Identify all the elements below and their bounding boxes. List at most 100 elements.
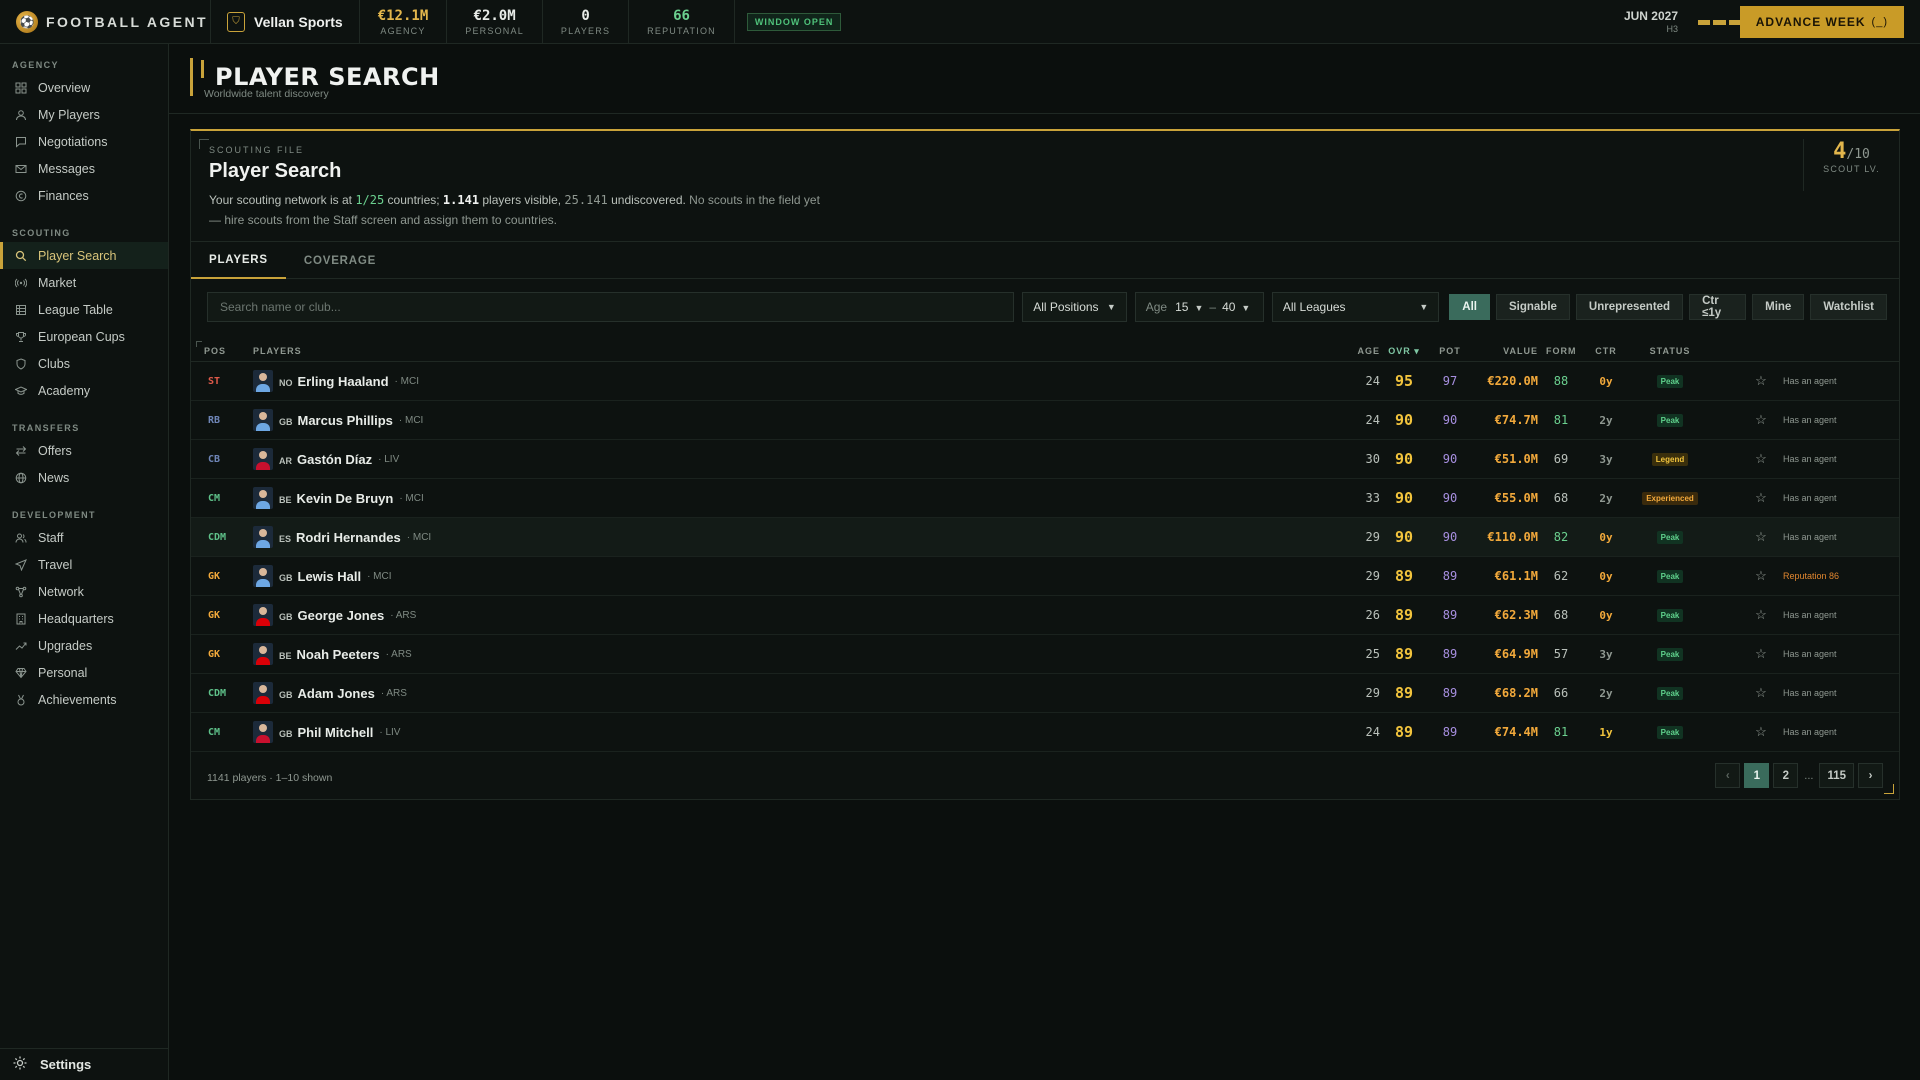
age-min-select[interactable]: 15 ▼	[1175, 300, 1203, 314]
watchlist-star-icon[interactable]: ☆	[1753, 635, 1769, 673]
player-name[interactable]: Rodri Hernandes	[296, 530, 401, 545]
sidebar-item-european-cups[interactable]: European Cups	[0, 323, 168, 350]
plane-icon	[14, 558, 28, 572]
table-row[interactable]: RB GB Marcus Phillips · MCI 24 90 90 €74…	[191, 401, 1899, 440]
filter-chip-all[interactable]: All	[1449, 294, 1490, 320]
shield-icon: ⛉	[227, 11, 245, 32]
position-select[interactable]: All Positions ▼	[1022, 292, 1127, 322]
sidebar-item-label: Clubs	[38, 356, 70, 371]
player-ovr: 90	[1394, 528, 1414, 546]
sidebar-item-staff[interactable]: Staff	[0, 524, 168, 551]
col-players[interactable]: PLAYERS	[253, 346, 302, 356]
sidebar-item-player-search[interactable]: Player Search	[0, 242, 168, 269]
watchlist-star-icon[interactable]: ☆	[1753, 596, 1769, 634]
sidebar-item-label: Offers	[38, 443, 72, 458]
filter-chip-unrepresented[interactable]: Unrepresented	[1575, 294, 1684, 320]
sidebar-item-finances[interactable]: Finances	[0, 182, 168, 209]
filter-chip-watchlist[interactable]: Watchlist	[1810, 294, 1888, 320]
player-name[interactable]: George Jones	[298, 608, 385, 623]
sidebar-item-league-table[interactable]: League Table	[0, 296, 168, 323]
watchlist-star-icon[interactable]: ☆	[1753, 440, 1769, 478]
grid-icon	[14, 81, 28, 95]
table-row[interactable]: GK GB Lewis Hall · MCI 29 89 89 €61.1M 6…	[191, 557, 1899, 596]
player-name[interactable]: Lewis Hall	[298, 569, 362, 584]
avatar	[253, 643, 273, 665]
filter-chip-signable[interactable]: Signable	[1495, 294, 1570, 320]
sidebar-item-headquarters[interactable]: Headquarters	[0, 605, 168, 632]
avatar-head	[259, 685, 267, 693]
col-pos[interactable]: POS	[204, 346, 226, 356]
agent-note: Has an agent	[1783, 688, 1837, 698]
table-row[interactable]: GK BE Noah Peeters · ARS 25 89 89 €64.9M…	[191, 635, 1899, 674]
search-input[interactable]	[207, 292, 1015, 322]
age-max-select[interactable]: 40 ▼	[1222, 300, 1250, 314]
table-row[interactable]: CM GB Phil Mitchell · LIV 24 89 89 €74.4…	[191, 713, 1899, 752]
league-select[interactable]: All Leagues ▼	[1271, 292, 1440, 322]
player-name[interactable]: Gastón Díaz	[297, 452, 372, 467]
advance-week-button[interactable]: ADVANCE WEEK (_)	[1739, 6, 1904, 38]
tab-coverage[interactable]: COVERAGE	[286, 242, 394, 279]
sidebar-item-news[interactable]: News	[0, 464, 168, 491]
sidebar-item-upgrades[interactable]: Upgrades	[0, 632, 168, 659]
player-club: · ARS	[390, 609, 417, 621]
sidebar-item-personal[interactable]: Personal	[0, 659, 168, 686]
page-button-2[interactable]: 2	[1773, 763, 1799, 788]
watchlist-star-icon[interactable]: ☆	[1753, 674, 1769, 712]
tab-players[interactable]: PLAYERS	[191, 242, 286, 279]
prev-page-button[interactable]: ‹	[1715, 763, 1741, 788]
sidebar-item-market[interactable]: Market	[0, 269, 168, 296]
age-min-value: 15	[1175, 300, 1189, 314]
sidebar-item-clubs[interactable]: Clubs	[0, 350, 168, 377]
sidebar-item-achievements[interactable]: Achievements	[0, 686, 168, 713]
col-value[interactable]: VALUE	[1474, 346, 1538, 356]
table-row[interactable]: ST NO Erling Haaland · MCI 24 95 97 €220…	[191, 362, 1899, 401]
advance-week-label: ADVANCE WEEK	[1755, 15, 1866, 29]
watchlist-star-icon[interactable]: ☆	[1753, 557, 1769, 595]
broadcast-icon	[14, 276, 28, 290]
col-status[interactable]: STATUS	[1639, 346, 1701, 356]
player-cell: GB George Jones · ARS	[253, 596, 416, 634]
sidebar-item-offers[interactable]: Offers	[0, 437, 168, 464]
table-row[interactable]: CDM ES Rodri Hernandes · MCI 29 90 90 €1…	[191, 518, 1899, 557]
table-row[interactable]: CM BE Kevin De Bruyn · MCI 33 90 90 €55.…	[191, 479, 1899, 518]
col-pot[interactable]: POT	[1431, 346, 1469, 356]
filter-chip-mine[interactable]: Mine	[1752, 294, 1805, 320]
sidebar-item-messages[interactable]: Messages	[0, 155, 168, 182]
col-ctr[interactable]: CTR	[1591, 346, 1621, 356]
sidebar-item-academy[interactable]: Academy	[0, 377, 168, 404]
col-age[interactable]: AGE	[1356, 346, 1380, 356]
player-value: €61.1M	[1494, 569, 1538, 583]
sidebar-item-network[interactable]: Network	[0, 578, 168, 605]
watchlist-star-icon[interactable]: ☆	[1753, 518, 1769, 556]
settings-button[interactable]: Settings	[0, 1048, 168, 1080]
last-page-button[interactable]: 115	[1819, 763, 1854, 788]
scout-level-label: SCOUT LV.	[1823, 164, 1880, 174]
player-name[interactable]: Noah Peeters	[297, 647, 380, 662]
table-row[interactable]: CDM GB Adam Jones · ARS 29 89 89 €68.2M …	[191, 674, 1899, 713]
next-page-button[interactable]: ›	[1858, 763, 1883, 788]
position-label: RB	[208, 414, 221, 426]
player-name[interactable]: Adam Jones	[298, 686, 375, 701]
watchlist-star-icon[interactable]: ☆	[1753, 479, 1769, 517]
avatar	[253, 409, 273, 431]
watchlist-star-icon[interactable]: ☆	[1753, 362, 1769, 400]
col-ovr[interactable]: OVR ▾	[1385, 346, 1423, 357]
page-button-1[interactable]: 1	[1744, 763, 1770, 788]
sidebar-item-travel[interactable]: Travel	[0, 551, 168, 578]
player-name[interactable]: Erling Haaland	[298, 374, 389, 389]
watchlist-star-icon[interactable]: ☆	[1753, 401, 1769, 439]
sidebar-item-overview[interactable]: Overview	[0, 74, 168, 101]
player-name[interactable]: Kevin De Bruyn	[297, 491, 394, 506]
sidebar-item-negotiations[interactable]: Negotiations	[0, 128, 168, 155]
watchlist-star-icon[interactable]: ☆	[1753, 713, 1769, 751]
player-cell: GB Marcus Phillips · MCI	[253, 401, 423, 439]
player-name[interactable]: Marcus Phillips	[298, 413, 393, 428]
sidebar-item-my-players[interactable]: My Players	[0, 101, 168, 128]
table-row[interactable]: GK GB George Jones · ARS 26 89 89 €62.3M…	[191, 596, 1899, 635]
col-form[interactable]: FORM	[1546, 346, 1576, 356]
table-row[interactable]: CB AR Gastón Díaz · LIV 30 90 90 €51.0M …	[191, 440, 1899, 479]
player-name[interactable]: Phil Mitchell	[298, 725, 374, 740]
player-pot: 90	[1442, 530, 1458, 544]
filter-chip-ctr-1y[interactable]: Ctr ≤1y	[1689, 294, 1747, 320]
club-switcher[interactable]: ⛉ Vellan Sports	[210, 0, 359, 44]
